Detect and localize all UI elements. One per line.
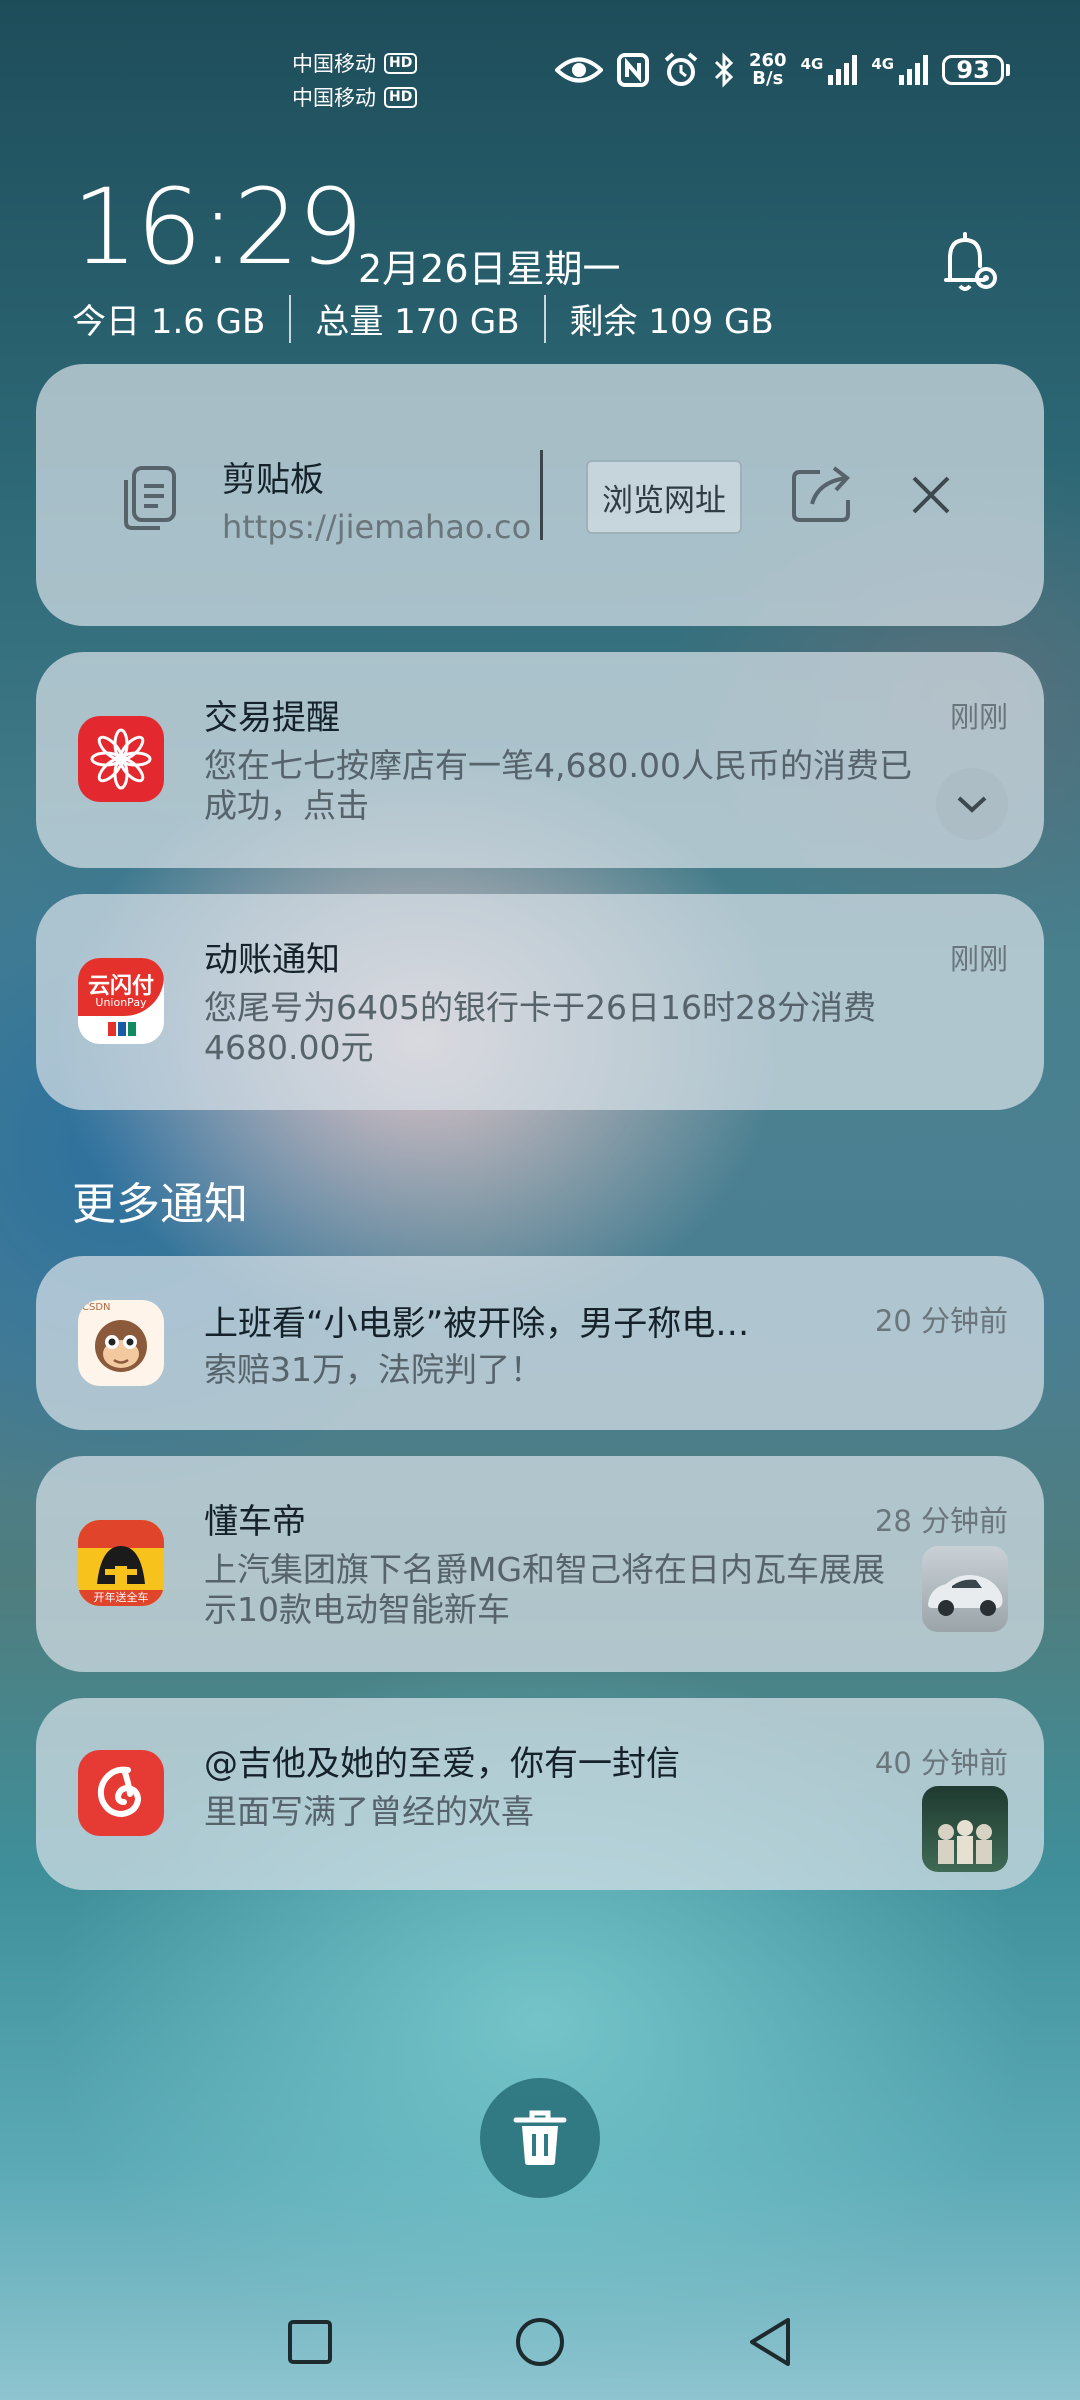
clear-all-button[interactable]: [480, 2078, 600, 2198]
navigation-bar: [288, 2318, 790, 2366]
signal-2-icon: 4G: [871, 55, 929, 85]
notification-transaction[interactable]: 交易提醒 您在七七按摩店有一笔4,680.00人民币的消费已成功，点击 刚刚: [36, 652, 1044, 868]
dongchedi-app-icon: 开年送全车: [78, 1520, 164, 1606]
clipboard-url: https://jiemahao.co．.: [222, 508, 532, 546]
divider: [289, 294, 292, 343]
divider: [543, 294, 546, 343]
clipboard-card[interactable]: 剪贴板 https://jiemahao.co．. 浏览网址: [36, 364, 1044, 626]
notification-title: 动账通知: [204, 940, 340, 980]
notification-title: @吉他及她的至爱，你有一封信: [204, 1744, 680, 1784]
status-icons: 260 B/s 4G 4G 93: [555, 52, 1011, 88]
home-button[interactable]: [516, 2318, 564, 2366]
date: 2月26日星期一: [358, 247, 621, 291]
notification-dongchedi[interactable]: 开年送全车 懂车帝 上汽集团旗下名爵MG和智己将在日内瓦车展展示10款电动智能新…: [36, 1456, 1044, 1672]
car-thumbnail: [922, 1546, 1008, 1632]
notification-body: 索赔31万，法院判了！: [204, 1350, 543, 1389]
dongchedi-badge: 开年送全车: [78, 1590, 164, 1606]
expand-button[interactable]: [936, 768, 1008, 840]
remaining-usage: 剩余 109 GB: [569, 302, 774, 342]
clipboard-title: 剪贴板: [222, 460, 324, 500]
browse-url-button[interactable]: 浏览网址: [586, 460, 742, 534]
eye-icon: [555, 57, 603, 83]
notification-time: 40 分钟前: [874, 1746, 1008, 1780]
notification-body: 您尾号为6405的银行卡于26日16时28分消费4680.00元: [204, 988, 876, 1067]
close-icon[interactable]: [910, 474, 952, 516]
notification-title: 交易提醒: [204, 698, 340, 738]
notification-music[interactable]: @吉他及她的至爱，你有一封信 里面写满了曾经的欢喜 40 分钟前: [36, 1698, 1044, 1890]
net-speed: 260 B/s: [749, 52, 787, 88]
chevron-down-icon: [957, 796, 987, 813]
bank-app-icon: [78, 716, 164, 802]
clock: 16:29: [72, 166, 364, 288]
signal-2-label: 4G: [871, 55, 895, 73]
today-usage: 今日 1.6 GB: [72, 302, 266, 342]
recents-button[interactable]: [288, 2320, 332, 2364]
battery-level: 93: [942, 55, 1005, 85]
carrier-1-label: 中国移动: [292, 52, 376, 76]
back-button[interactable]: [750, 2318, 790, 2366]
bluetooth-icon: [714, 52, 734, 88]
text-cursor: [540, 450, 543, 540]
notification-body: 您在七七按摩店有一笔4,680.00人民币的消费已成功，点击: [204, 746, 912, 825]
notification-title: 上班看“小电影”被开除，男子称电…: [204, 1304, 750, 1344]
csdn-app-icon: CSDN: [78, 1300, 164, 1386]
signal-1-label: 4G: [800, 55, 824, 73]
notification-settings-icon[interactable]: [934, 228, 1004, 298]
carrier-1: 中国移动 HD: [292, 48, 418, 78]
more-notifications-title: 更多通知: [72, 1179, 248, 1230]
notification-body: 上汽集团旗下名爵MG和智己将在日内瓦车展展示10款电动智能新车: [204, 1550, 886, 1629]
clipboard-icon: [124, 466, 176, 530]
notification-time: 28 分钟前: [874, 1504, 1008, 1538]
carrier-2: 中国移动 HD: [292, 82, 418, 112]
data-usage: 今日 1.6 GB 总量 170 GB 剩余 109 GB: [72, 294, 774, 343]
battery-icon: 93: [942, 55, 1011, 85]
nfc-icon: [617, 53, 649, 87]
netease-music-app-icon: [78, 1750, 164, 1836]
carrier-2-label: 中国移动: [292, 86, 376, 110]
notification-news[interactable]: CSDN 上班看“小电影”被开除，男子称电… 索赔31万，法院判了！ 20 分钟…: [36, 1256, 1044, 1430]
unionpay-app-icon: 云闪付 UnionPay: [78, 958, 164, 1044]
signal-1-icon: 4G: [801, 55, 858, 85]
unionpay-icon-subtext: UnionPay: [95, 996, 147, 1009]
total-usage: 总量 170 GB: [315, 302, 520, 342]
notification-time: 刚刚: [949, 700, 1008, 734]
share-icon[interactable]: [790, 464, 854, 524]
hd-badge-2: HD: [384, 86, 418, 108]
hd-badge-1: HD: [384, 52, 418, 74]
notification-time: 20 分钟前: [874, 1304, 1008, 1338]
trash-icon: [513, 2110, 567, 2165]
notification-account-change[interactable]: 云闪付 UnionPay 动账通知 您尾号为6405的银行卡于26日16时28分…: [36, 894, 1044, 1110]
alarm-icon: [664, 52, 698, 86]
notification-title: 懂车帝: [204, 1502, 306, 1542]
album-thumbnail: [922, 1786, 1008, 1872]
notification-time: 刚刚: [949, 942, 1008, 976]
notification-body: 里面写满了曾经的欢喜: [204, 1792, 534, 1831]
csdn-badge: CSDN: [82, 1302, 111, 1313]
net-speed-unit: B/s: [752, 68, 784, 89]
